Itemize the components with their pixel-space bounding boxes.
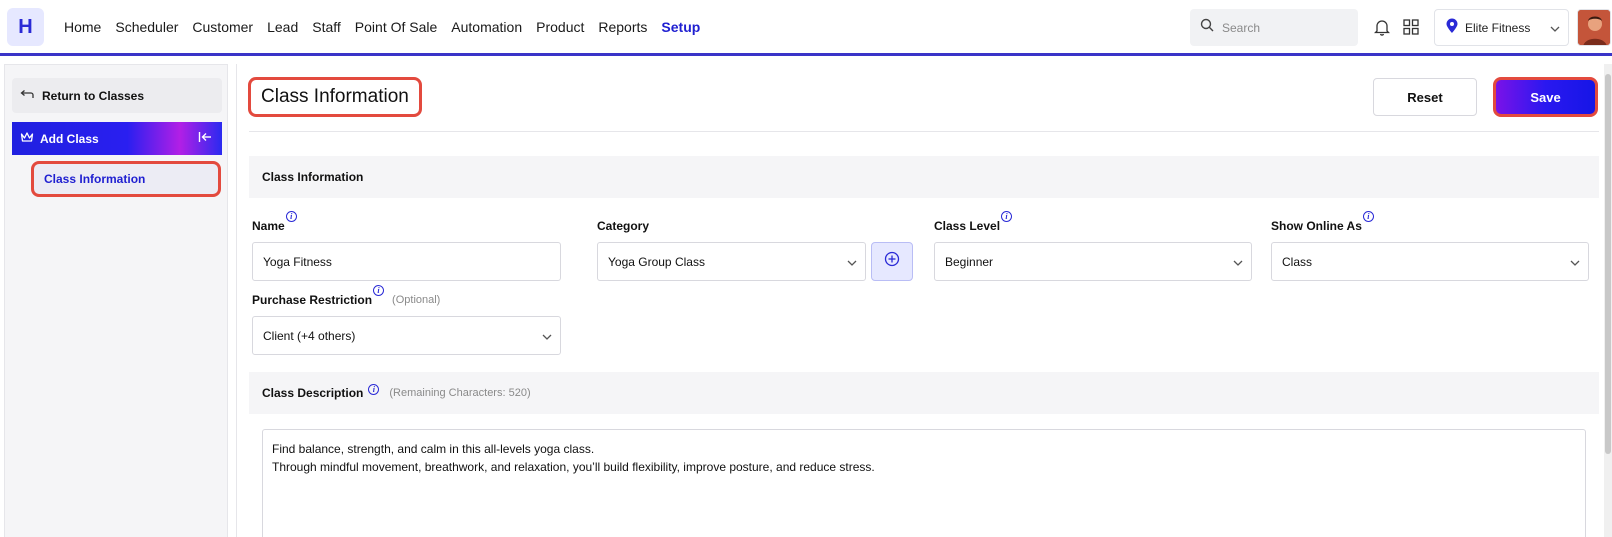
category-label-text: Category <box>597 219 650 233</box>
chevron-down-icon <box>1233 256 1243 270</box>
name-label-text: Name <box>252 219 285 233</box>
chevron-down-icon <box>542 330 552 344</box>
divider <box>249 131 1599 132</box>
nav-product[interactable]: Product <box>536 19 584 35</box>
description-line: Find balance, strength, and calm in this… <box>272 442 595 456</box>
chevron-down-icon <box>847 256 857 270</box>
info-icon[interactable]: i <box>1362 211 1374 222</box>
name-value: Yoga Fitness <box>263 254 332 269</box>
main-nav: Home Scheduler Customer Lead Staff Point… <box>64 19 700 35</box>
optional-note: (Optional) <box>392 294 441 306</box>
info-icon[interactable]: i <box>368 383 380 395</box>
show-online-as-label-text: Show Online As <box>1271 219 1362 233</box>
category-label: Category <box>597 219 649 233</box>
info-icon[interactable]: i <box>285 211 297 222</box>
return-to-classes-button[interactable]: Return to Classes <box>12 78 222 113</box>
location-name: Elite Fitness <box>1465 20 1531 35</box>
nav-staff[interactable]: Staff <box>312 19 341 35</box>
user-avatar[interactable] <box>1577 9 1611 46</box>
add-category-button[interactable] <box>871 242 913 281</box>
purchase-restriction-select[interactable]: Client (+4 others) <box>252 316 561 355</box>
remaining-characters: (Remaining Characters: 520) <box>389 387 531 399</box>
show-online-as-value: Class <box>1282 254 1313 269</box>
back-arrow-icon <box>20 89 34 103</box>
collapse-sidebar-icon[interactable] <box>198 131 212 146</box>
page-title: Class Information <box>248 77 422 117</box>
plus-circle-icon <box>884 251 900 272</box>
top-navigation-bar: H Home Scheduler Customer Lead Staff Poi… <box>0 0 1612 56</box>
purchase-restriction-value: Client (+4 others) <box>263 328 356 343</box>
nav-point-of-sale[interactable]: Point Of Sale <box>355 19 438 35</box>
sidebar-item-class-information[interactable]: Class Information <box>31 161 221 197</box>
section-title: Class Information <box>262 170 364 184</box>
reset-button[interactable]: Reset <box>1373 78 1477 116</box>
sidebar: Return to Classes Add Class Class Inform… <box>4 64 228 537</box>
search-icon <box>1200 18 1214 37</box>
nav-reports[interactable]: Reports <box>598 19 647 35</box>
notification-bell-icon[interactable] <box>1373 19 1391 41</box>
chevron-down-icon <box>1570 256 1580 270</box>
class-level-label-text: Class Level <box>934 219 1001 233</box>
return-to-classes-label: Return to Classes <box>42 88 145 103</box>
info-icon[interactable]: i <box>373 285 385 296</box>
nav-setup[interactable]: Setup <box>661 19 700 35</box>
class-description-textarea[interactable]: Find balance, strength, and calm in this… <box>262 429 1586 537</box>
name-field[interactable]: Yoga Fitness <box>252 242 561 281</box>
search-box[interactable] <box>1190 9 1358 46</box>
sidebar-group-add-class[interactable]: Add Class <box>12 122 222 155</box>
category-select[interactable]: Yoga Group Class <box>597 242 866 281</box>
chevron-down-icon <box>1550 22 1560 36</box>
info-icon[interactable]: i <box>1001 211 1013 222</box>
crown-icon <box>20 131 34 146</box>
section-header-class-description: Class Description i (Remaining Character… <box>249 372 1599 414</box>
location-pin-icon <box>1445 18 1459 37</box>
main-content: Class Information Reset Save Class Infor… <box>236 64 1612 537</box>
apps-grid-icon[interactable] <box>1403 19 1419 40</box>
purchase-restriction-label-text: Purchase Restriction <box>252 293 373 307</box>
purchase-restriction-label: Purchase Restriction i (Optional) <box>252 285 441 307</box>
show-online-as-select[interactable]: Class <box>1271 242 1589 281</box>
nav-scheduler[interactable]: Scheduler <box>115 19 178 35</box>
description-line: Through mindful movement, breathwork, an… <box>272 460 875 474</box>
location-selector[interactable]: Elite Fitness <box>1434 9 1569 46</box>
nav-lead[interactable]: Lead <box>267 19 298 35</box>
show-online-as-label: Show Online As i <box>1271 211 1374 233</box>
nav-automation[interactable]: Automation <box>451 19 522 35</box>
save-button[interactable]: Save <box>1493 77 1598 117</box>
nav-home[interactable]: Home <box>64 19 101 35</box>
scrollbar-thumb[interactable] <box>1605 74 1611 454</box>
page-scrollbar[interactable] <box>1604 64 1612 537</box>
nav-customer[interactable]: Customer <box>192 19 253 35</box>
section-header-class-information: Class Information <box>249 156 1599 198</box>
class-description-label: Class Description <box>262 386 364 400</box>
add-class-label: Add Class <box>40 131 99 146</box>
app-logo[interactable]: H <box>7 8 44 46</box>
category-value: Yoga Group Class <box>608 254 705 269</box>
class-level-select[interactable]: Beginner <box>934 242 1252 281</box>
class-level-value: Beginner <box>945 254 994 269</box>
search-input[interactable] <box>1222 20 1342 35</box>
name-label: Name i <box>252 211 297 233</box>
class-level-label: Class Level i <box>934 211 1013 233</box>
